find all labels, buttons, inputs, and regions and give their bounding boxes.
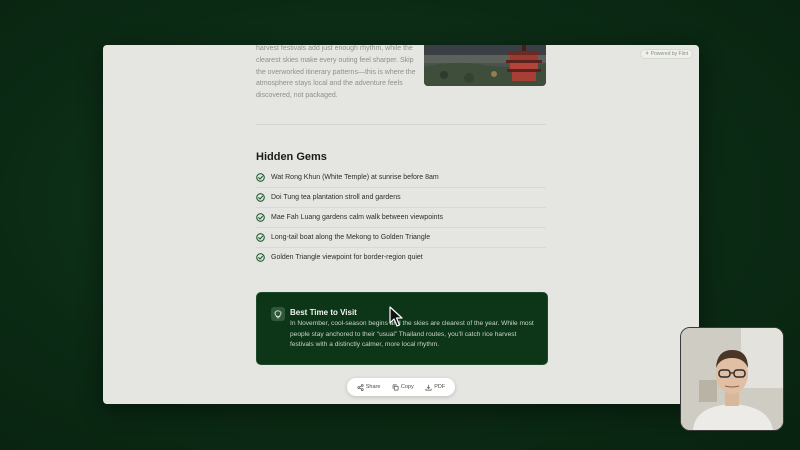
check-circle-icon bbox=[256, 192, 265, 202]
app-window: ⚘ Powered by Flint harvest festivals add… bbox=[103, 45, 699, 404]
check-circle-icon bbox=[256, 212, 265, 222]
webcam-overlay bbox=[680, 327, 784, 431]
download-icon bbox=[425, 384, 432, 390]
check-circle-icon bbox=[256, 232, 265, 242]
list-item-label: Doi Tung tea plantation stroll and garde… bbox=[271, 193, 401, 201]
best-time-callout: Best Time to Visit In November, cool-sea… bbox=[256, 292, 548, 365]
lightbulb-icon bbox=[271, 307, 285, 321]
share-label: Share bbox=[365, 384, 381, 390]
list-item-label: Mae Fah Luang gardens calm walk between … bbox=[271, 213, 443, 221]
callout-body: In November, cool-season begins and the … bbox=[290, 320, 534, 348]
hidden-gems-title: Hidden Gems bbox=[256, 151, 327, 163]
list-item-label: Wat Rong Khun (White Temple) at sunrise … bbox=[271, 173, 439, 181]
list-item: Doi Tung tea plantation stroll and garde… bbox=[256, 187, 546, 208]
intro-paragraph: harvest festivals add just enough rhythm… bbox=[256, 45, 416, 100]
check-circle-icon bbox=[256, 172, 265, 182]
list-item: Mae Fah Luang gardens calm walk between … bbox=[256, 207, 546, 228]
list-item-label: Golden Triangle viewpoint for border-reg… bbox=[271, 253, 423, 261]
list-item-label: Long-tail boat along the Mekong to Golde… bbox=[271, 233, 431, 241]
pdf-button[interactable]: PDF bbox=[425, 384, 445, 391]
pdf-label: PDF bbox=[434, 384, 446, 390]
copy-icon bbox=[392, 384, 399, 390]
callout-title: Best Time to Visit bbox=[290, 308, 357, 317]
powered-by-badge[interactable]: ⚘ Powered by Flint bbox=[639, 49, 693, 59]
copy-button[interactable]: Copy bbox=[392, 384, 414, 391]
action-toolbar: Share Copy PDF bbox=[347, 378, 455, 396]
list-item: Golden Triangle viewpoint for border-reg… bbox=[256, 247, 546, 267]
list-item: Wat Rong Khun (White Temple) at sunrise … bbox=[256, 167, 546, 188]
share-button[interactable]: Share bbox=[357, 383, 381, 391]
section-divider bbox=[256, 124, 546, 125]
presenter-video bbox=[681, 328, 783, 430]
share-icon bbox=[357, 383, 364, 391]
copy-label: Copy bbox=[400, 384, 414, 390]
destination-photo bbox=[424, 45, 546, 86]
list-item: Long-tail boat along the Mekong to Golde… bbox=[256, 227, 546, 248]
mouse-cursor-icon bbox=[389, 306, 403, 327]
check-circle-icon bbox=[256, 252, 265, 262]
